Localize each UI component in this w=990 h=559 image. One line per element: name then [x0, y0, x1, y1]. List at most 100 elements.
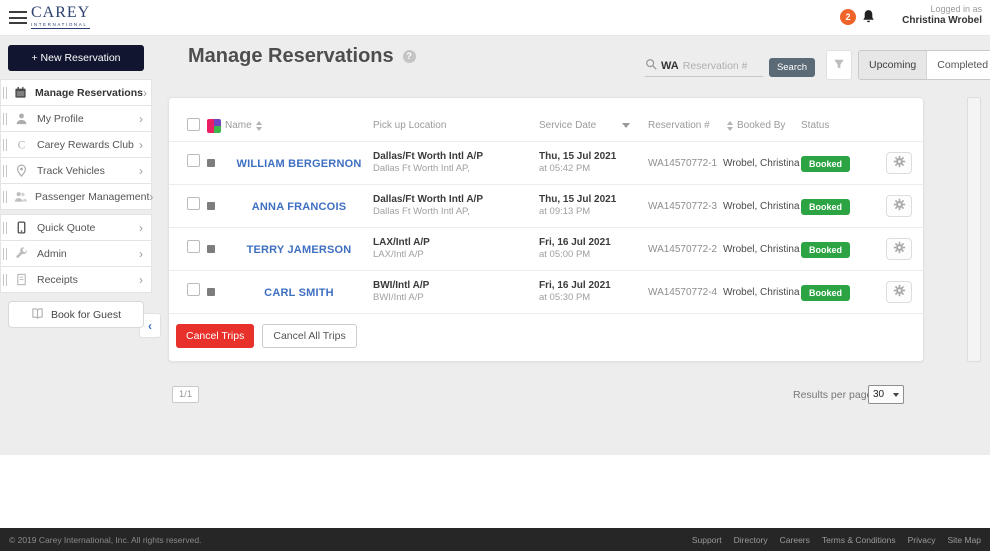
calendar-icon: [14, 85, 27, 100]
footer-link-privacy[interactable]: Privacy: [908, 535, 936, 545]
reservation-number: WA14570772-2: [648, 244, 723, 255]
filter-button[interactable]: [826, 50, 852, 80]
footer-link-support[interactable]: Support: [692, 535, 722, 545]
results-per-page-select[interactable]: 30: [868, 385, 904, 404]
wrench-icon: [14, 246, 29, 261]
passenger-name-link[interactable]: ANNA FRANCOIS: [252, 201, 346, 213]
column-header-status: Status: [801, 120, 886, 131]
column-header-booked-by[interactable]: Booked By: [723, 120, 801, 131]
reservation-number: WA14570772-1: [648, 158, 723, 169]
sidebar-item-label: Track Vehicles: [37, 165, 139, 177]
passenger-name-link[interactable]: CARL SMITH: [264, 287, 334, 299]
pickup-location: Dallas/Ft Worth Intl A/P: [373, 150, 539, 163]
cancel-all-trips-button[interactable]: Cancel All Trips: [262, 324, 356, 348]
sidebar-item-quick-quote[interactable]: Quick Quote›: [0, 214, 152, 241]
sidebar-item-label: Manage Reservations: [35, 87, 143, 99]
pickup-location-sub: LAX/Intl A/P: [373, 249, 539, 261]
passenger-name-link[interactable]: TERRY JAMERSON: [247, 244, 352, 256]
pickup-location: Dallas/Ft Worth Intl A/P: [373, 193, 539, 206]
map-pin-icon: [14, 163, 29, 178]
passenger-name-link[interactable]: WILLIAM BERGERNON: [236, 158, 361, 170]
search-input[interactable]: [683, 60, 753, 72]
book-for-guest-button[interactable]: Book for Guest: [8, 301, 144, 328]
pickup-location-cell: Dallas/Ft Worth Intl A/PDallas Ft Worth …: [373, 193, 539, 218]
chevron-right-icon: ›: [139, 247, 143, 261]
people-icon: [14, 189, 27, 204]
column-header-service-date[interactable]: Service Date: [539, 120, 648, 131]
book-icon: [31, 307, 44, 323]
search-field: WA: [645, 56, 763, 77]
sidebar-item-my-profile[interactable]: My Profile›: [0, 105, 152, 132]
help-icon[interactable]: ?: [403, 50, 416, 63]
carey-logo[interactable]: CAREY INTERNATIONAL: [31, 4, 90, 29]
row-checkbox[interactable]: [187, 240, 200, 253]
footer-link-directory[interactable]: Directory: [734, 535, 768, 545]
pickup-location: BWI/Intl A/P: [373, 279, 539, 292]
row-actions-button[interactable]: [886, 238, 912, 260]
scrollbar[interactable]: [967, 97, 981, 362]
row-color-indicator-icon: [207, 159, 215, 167]
sidebar-item-carey-rewards-club[interactable]: CCarey Rewards Club›: [0, 131, 152, 158]
service-date: Fri, 16 Jul 2021: [539, 279, 648, 292]
tab-completed[interactable]: Completed: [927, 51, 990, 79]
results-per-page-label: Results per page: [793, 389, 872, 401]
user-menu[interactable]: Logged in as Christina Wrobel: [902, 4, 982, 26]
tab-upcoming[interactable]: Upcoming: [859, 51, 927, 79]
drag-handle-icon: [3, 87, 7, 99]
pickup-location: LAX/Intl A/P: [373, 236, 539, 249]
reservation-row: WILLIAM BERGERNON Dallas/Ft Worth Intl A/…: [169, 142, 923, 185]
sidebar-item-receipts[interactable]: Receipts›: [0, 266, 152, 293]
sidebar: + New Reservation Manage Reservations›My…: [0, 36, 152, 328]
row-actions-button[interactable]: [886, 281, 912, 303]
reservation-number: WA14570772-4: [648, 287, 723, 298]
notification-badge[interactable]: 2: [840, 9, 856, 25]
page-size-value: 30: [873, 389, 884, 400]
search-prefix: WA: [661, 60, 679, 72]
sidebar-item-label: Receipts: [37, 274, 139, 286]
pickup-location-sub: Dallas Ft Worth Intl AP,: [373, 163, 539, 175]
service-time: at 05:30 PM: [539, 292, 648, 304]
cancel-trips-button[interactable]: Cancel Trips: [176, 324, 254, 348]
select-all-checkbox[interactable]: [187, 118, 200, 131]
drag-handle-icon: [3, 191, 7, 203]
rewards-icon: C: [14, 137, 29, 152]
row-color-indicator-icon: [207, 288, 215, 296]
column-header-pickup: Pick up Location: [373, 120, 539, 131]
sidebar-item-label: Admin: [37, 248, 139, 260]
sidebar-item-passenger-management[interactable]: Passenger Management›: [0, 183, 152, 210]
row-checkbox[interactable]: [187, 197, 200, 210]
footer-link-site-map[interactable]: Site Map: [947, 535, 981, 545]
sidebar-item-manage-reservations[interactable]: Manage Reservations›: [0, 79, 152, 106]
row-checkbox[interactable]: [187, 283, 200, 296]
pickup-location-cell: LAX/Intl A/PLAX/Intl A/P: [373, 236, 539, 261]
status-badge: Booked: [801, 242, 850, 258]
bell-icon[interactable]: [862, 9, 875, 29]
service-date-cell: Fri, 16 Jul 2021at 05:30 PM: [539, 279, 648, 304]
service-date-cell: Thu, 15 Jul 2021at 09:13 PM: [539, 193, 648, 218]
reservation-number: WA14570772-3: [648, 201, 723, 212]
new-reservation-button[interactable]: + New Reservation: [8, 45, 144, 71]
footer-link-careers[interactable]: Careers: [780, 535, 810, 545]
footer-link-terms-conditions[interactable]: Terms & Conditions: [822, 535, 896, 545]
drag-handle-icon: [3, 165, 7, 177]
row-actions-button[interactable]: [886, 152, 912, 174]
row-checkbox[interactable]: [187, 154, 200, 167]
service-time: at 09:13 PM: [539, 206, 648, 218]
column-header-name[interactable]: Name: [225, 120, 373, 131]
row-actions-button[interactable]: [886, 195, 912, 217]
logged-in-label: Logged in as: [902, 4, 982, 14]
chevron-right-icon: ›: [143, 86, 147, 100]
view-toggle: Upcoming Completed: [858, 50, 990, 80]
color-legend-icon[interactable]: [207, 119, 221, 133]
service-date-cell: Thu, 15 Jul 2021at 05:42 PM: [539, 150, 648, 175]
chevron-right-icon: ›: [139, 221, 143, 235]
pickup-location-sub: BWI/Intl A/P: [373, 292, 539, 304]
sidebar-item-track-vehicles[interactable]: Track Vehicles›: [0, 157, 152, 184]
status-badge: Booked: [801, 285, 850, 301]
app-screen: CAREY INTERNATIONAL 2 Logged in as Chris…: [0, 0, 990, 559]
sidebar-item-admin[interactable]: Admin›: [0, 240, 152, 267]
hamburger-menu-icon[interactable]: [9, 11, 27, 24]
pickup-location-sub: Dallas Ft Worth Intl AP,: [373, 206, 539, 218]
search-button[interactable]: Search: [769, 58, 815, 77]
reservation-row: ANNA FRANCOIS Dallas/Ft Worth Intl A/PDal…: [169, 185, 923, 228]
